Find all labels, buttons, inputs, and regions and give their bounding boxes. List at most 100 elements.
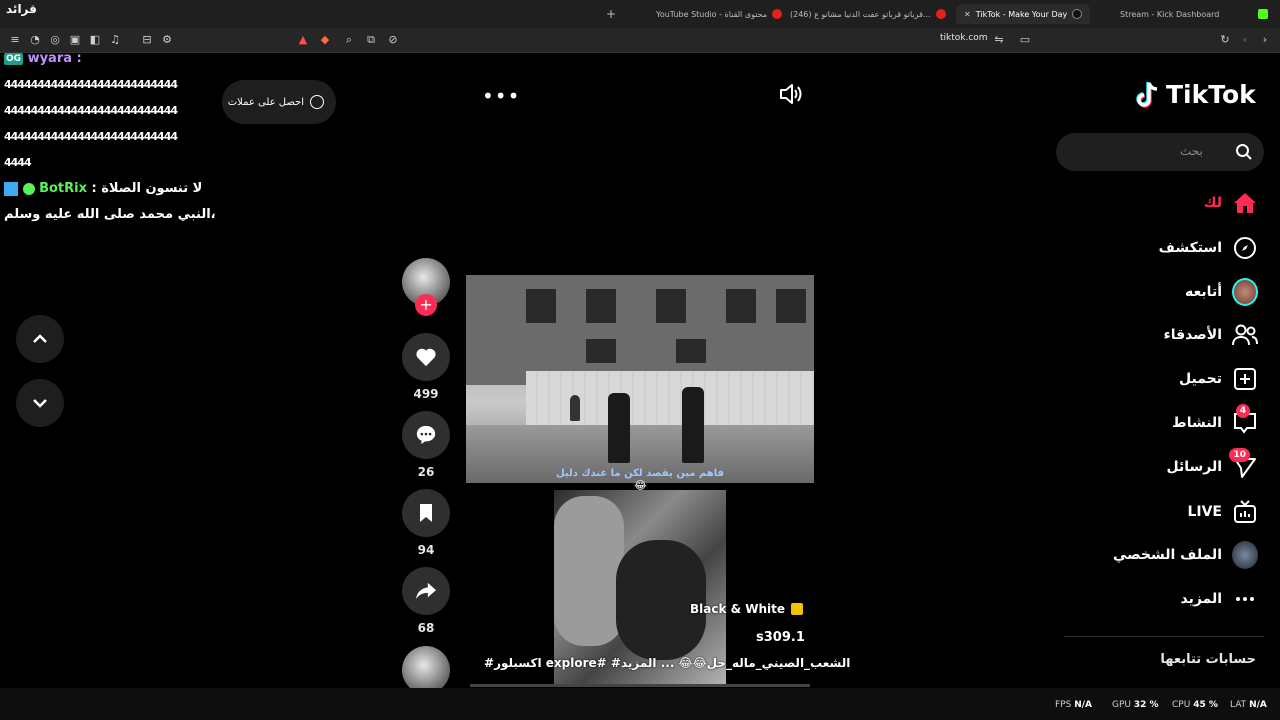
bookmark-icon[interactable]: ▭ bbox=[1018, 33, 1032, 47]
tab-youtube-video[interactable]: (246) قرباتو قرباتو عفت الدنيا مشاتو ع..… bbox=[790, 4, 946, 24]
live-icon bbox=[1232, 499, 1258, 525]
sidebar-item-label: استكشف bbox=[1158, 240, 1222, 256]
sidebar-item-label: لك bbox=[1203, 195, 1222, 211]
save-button[interactable] bbox=[402, 489, 450, 537]
sidebar-item-profile[interactable]: الملف الشخصي bbox=[1113, 540, 1258, 570]
sidebar-divider bbox=[1064, 636, 1264, 637]
sidebar-item-upload[interactable]: تحميل bbox=[1179, 364, 1258, 394]
more-icon bbox=[1232, 586, 1258, 612]
browser-tab-bar: قرائد Stream - Kick Dashboard ✕ TikTok -… bbox=[0, 0, 1280, 28]
video-progress-bar[interactable] bbox=[470, 684, 810, 687]
friends-icon bbox=[1232, 322, 1258, 348]
cpu-value: 45 % bbox=[1193, 700, 1218, 710]
tab-label: Stream - Kick Dashboard bbox=[1120, 9, 1220, 19]
upload-icon bbox=[1232, 366, 1258, 392]
reload-icon[interactable]: ↻ bbox=[1218, 33, 1232, 47]
chat-message: 44444444444444444444444444 bbox=[4, 78, 178, 91]
lat-value: N/A bbox=[1249, 700, 1267, 710]
chat-separator: : bbox=[86, 181, 102, 196]
warning-icon[interactable]: ▲ bbox=[296, 33, 310, 47]
chat-message: OG wyara : bbox=[4, 46, 244, 72]
search-icon[interactable] bbox=[1235, 143, 1253, 161]
search-icon[interactable]: ⌕ bbox=[342, 33, 356, 47]
previous-video-button[interactable] bbox=[16, 315, 64, 363]
tab-youtube-studio[interactable]: YouTube Studio - محتوى القناة bbox=[656, 4, 783, 24]
share-count: 68 bbox=[417, 621, 435, 635]
sidebar-item-friends[interactable]: الأصدقاء bbox=[1164, 320, 1258, 350]
close-icon[interactable]: ✕ bbox=[964, 10, 971, 19]
brave-shield-icon[interactable]: ◆ bbox=[318, 33, 332, 47]
search-input[interactable] bbox=[1056, 133, 1264, 171]
settings-icon[interactable]: ⚙ bbox=[160, 33, 174, 47]
tabs-icon[interactable]: ▣ bbox=[68, 33, 82, 47]
next-video-button[interactable] bbox=[16, 379, 64, 427]
chat-message: النبي محمد صلى الله عليه وسلم، bbox=[4, 207, 216, 222]
sidebar-item-messages[interactable]: الرسائل 10 bbox=[1166, 448, 1258, 482]
chat-message: 4444 bbox=[4, 156, 32, 169]
video-player[interactable]: فاهم مين يقصد لكن ما عندك دليل bbox=[466, 275, 814, 483]
new-tab-button[interactable]: + bbox=[606, 4, 616, 24]
video-person bbox=[608, 393, 630, 463]
volume-icon[interactable] bbox=[778, 82, 804, 106]
tab-kick-dashboard[interactable]: Stream - Kick Dashboard bbox=[1120, 4, 1219, 24]
sidebar-item-more[interactable]: المزيد bbox=[1181, 584, 1259, 614]
address-bar[interactable]: tiktok.com bbox=[940, 33, 988, 43]
gpu-stat: GPU 32 % bbox=[1112, 700, 1159, 710]
sidebar-item-label: أتابعه bbox=[1185, 284, 1222, 300]
sidebar-item-live[interactable]: LIVE bbox=[1187, 497, 1258, 527]
lat-stat: LAT N/A bbox=[1230, 700, 1267, 710]
comment-button[interactable] bbox=[402, 411, 450, 459]
sidebar-item-label: الأصدقاء bbox=[1163, 327, 1222, 343]
like-button[interactable] bbox=[402, 333, 450, 381]
shield-icon[interactable]: ◔ bbox=[28, 33, 42, 47]
chat-message: 44444444444444444444444444 bbox=[4, 104, 178, 117]
effect-tag[interactable]: Black & White bbox=[690, 602, 804, 616]
forward-icon[interactable]: › bbox=[1258, 33, 1272, 47]
chat-separator: : bbox=[72, 51, 82, 66]
gpu-value: 32 % bbox=[1133, 700, 1159, 710]
youtube-favicon-icon bbox=[935, 9, 946, 19]
sidebar-item-explore[interactable]: استكشف bbox=[1159, 233, 1258, 263]
coin-icon bbox=[310, 95, 324, 109]
tiktok-wordmark: TikTok bbox=[1166, 80, 1256, 109]
capture-icon[interactable]: ⧉ bbox=[364, 33, 378, 47]
corner-label: قرائد bbox=[6, 2, 37, 16]
youtube-studio-favicon-icon bbox=[772, 9, 783, 19]
profile-icon bbox=[1232, 541, 1258, 569]
sidebar-item-following[interactable]: أتابعه bbox=[1185, 277, 1258, 307]
back-icon[interactable]: ‹ bbox=[1238, 33, 1252, 47]
comment-count: 26 bbox=[417, 465, 435, 479]
tiktok-favicon-icon bbox=[1072, 9, 1083, 19]
screenshot-icon[interactable]: ⊟ bbox=[140, 33, 154, 47]
sidebar-item-for-you[interactable]: لك bbox=[1204, 188, 1258, 218]
sidebar-item-label: LIVE bbox=[1187, 504, 1222, 520]
get-coins-button[interactable]: احصل على عملات bbox=[222, 80, 336, 124]
more-options-icon[interactable]: ••• bbox=[482, 84, 520, 108]
site-settings-icon[interactable]: ⇋ bbox=[992, 33, 1006, 47]
vpn-icon[interactable]: ◎ bbox=[48, 33, 62, 47]
creator-avatar[interactable] bbox=[402, 646, 450, 694]
video-scene-building bbox=[466, 275, 814, 385]
cpu-label: CPU bbox=[1172, 700, 1191, 710]
mute-icon[interactable]: ⊘ bbox=[386, 33, 400, 47]
cpu-stat: CPU 45 % bbox=[1172, 700, 1218, 710]
fps-stat: FPS N/A bbox=[1055, 700, 1092, 710]
thumbnail-face bbox=[616, 540, 706, 660]
tab-tiktok[interactable]: ✕ TikTok - Make Your Day bbox=[956, 4, 1091, 24]
tiktok-logo[interactable]: TikTok bbox=[1136, 80, 1256, 109]
video-count-label: s309.1 bbox=[756, 630, 805, 645]
share-button[interactable] bbox=[402, 567, 450, 615]
messages-icon: 10 bbox=[1229, 448, 1258, 480]
music-icon[interactable]: ♫ bbox=[108, 33, 122, 47]
menu-icon[interactable]: ≡ bbox=[8, 33, 22, 47]
follow-button[interactable]: + bbox=[415, 294, 437, 316]
messages-badge: 10 bbox=[1229, 448, 1250, 462]
video-description[interactable]: #اكسبلور explore# #الشعب_الصيني_ماله_حل😂… bbox=[484, 656, 850, 670]
sidebar-icon[interactable]: ◧ bbox=[88, 33, 102, 47]
chat-text: لا تنسون الصلاة bbox=[101, 181, 203, 196]
like-count: 499 bbox=[413, 387, 439, 401]
compass-icon bbox=[1232, 235, 1258, 261]
chevron-up-icon bbox=[33, 334, 47, 343]
sidebar-item-activity[interactable]: النشاط 4 bbox=[1172, 404, 1258, 438]
chevron-down-icon bbox=[33, 399, 47, 408]
